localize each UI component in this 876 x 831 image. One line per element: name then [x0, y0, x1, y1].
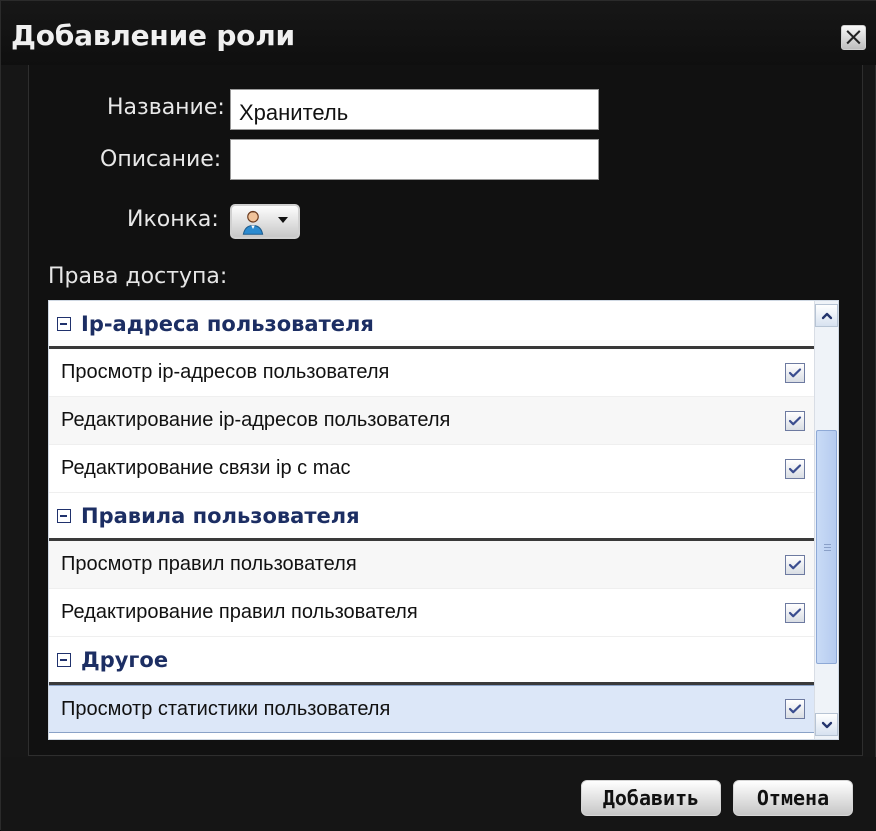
scroll-down-button[interactable] — [815, 713, 838, 736]
minus-box-icon[interactable] — [57, 652, 71, 667]
checkbox-checked-icon — [788, 415, 802, 425]
permission-row-edit-ip-mac[interactable]: Редактирование связи ip с mac — [49, 445, 815, 493]
permission-row-edit-rules[interactable]: Редактирование правил пользователя — [49, 589, 815, 637]
permissions-list: Ip-адреса пользователя Просмотр ip-адрес… — [48, 300, 839, 740]
add-button[interactable]: Добавить — [581, 780, 721, 816]
chevron-down-icon — [821, 721, 833, 729]
chevron-down-icon — [278, 217, 288, 223]
group-header-ip-addresses[interactable]: Ip-адреса пользователя — [49, 301, 815, 349]
permission-row-view-stats[interactable]: Просмотр статистики пользователя — [49, 685, 815, 733]
group-title: Другое — [81, 647, 169, 672]
permission-checkbox[interactable] — [785, 362, 805, 383]
name-label: Название: — [107, 95, 225, 120]
scrollbar-thumb[interactable] — [816, 430, 837, 664]
permission-label: Редактирование связи ip с mac — [61, 457, 351, 479]
permissions-rows: Ip-адреса пользователя Просмотр ip-адрес… — [49, 301, 815, 733]
checkbox-checked-icon — [788, 463, 802, 473]
add-role-dialog: Добавление роли × Название: Описание: Ик… — [0, 0, 876, 831]
description-input[interactable] — [230, 139, 599, 180]
description-label: Описание: — [100, 147, 222, 172]
dialog-titlebar: Добавление роли × — [1, 1, 876, 65]
icon-label: Иконка: — [127, 207, 219, 232]
permission-checkbox[interactable] — [785, 602, 805, 623]
dialog-title: Добавление роли — [11, 19, 295, 52]
permission-row-view-ip[interactable]: Просмотр ip-адресов пользователя — [49, 349, 815, 397]
permission-label: Просмотр ip-адресов пользователя — [61, 361, 390, 383]
checkbox-checked-icon — [788, 704, 802, 714]
group-header-user-rules[interactable]: Правила пользователя — [49, 493, 815, 541]
group-title: Правила пользователя — [81, 503, 360, 528]
group-header-other[interactable]: Другое — [49, 637, 815, 685]
permission-checkbox[interactable] — [785, 410, 805, 431]
checkbox-checked-icon — [788, 607, 802, 617]
permission-row-view-rules[interactable]: Просмотр правил пользователя — [49, 541, 815, 589]
permission-label: Просмотр статистики пользователя — [61, 697, 391, 720]
chevron-up-icon — [821, 312, 833, 320]
close-button[interactable]: × — [841, 22, 866, 51]
checkbox-checked-icon — [788, 367, 802, 377]
permissions-scrollbar[interactable] — [814, 301, 838, 739]
permission-checkbox[interactable] — [785, 699, 805, 719]
group-title: Ip-адреса пользователя — [81, 311, 374, 336]
permission-label: Просмотр правил пользователя — [61, 553, 357, 575]
icon-picker[interactable] — [230, 204, 300, 239]
permission-checkbox[interactable] — [785, 554, 805, 575]
scroll-up-button[interactable] — [815, 304, 838, 327]
user-icon — [242, 210, 264, 235]
checkbox-checked-icon — [788, 559, 802, 569]
name-input[interactable] — [230, 89, 599, 130]
cancel-button[interactable]: Отмена — [733, 780, 853, 816]
close-icon: × — [843, 22, 864, 51]
minus-box-icon[interactable] — [57, 508, 71, 523]
permission-row-edit-ip[interactable]: Редактирование ip-адресов пользователя — [49, 397, 815, 445]
permission-checkbox[interactable] — [785, 458, 805, 479]
permissions-label: Права доступа: — [48, 264, 228, 289]
permission-label: Редактирование ip-адресов пользователя — [61, 409, 451, 431]
permission-label: Редактирование правил пользователя — [61, 601, 418, 623]
minus-box-icon[interactable] — [57, 316, 71, 331]
